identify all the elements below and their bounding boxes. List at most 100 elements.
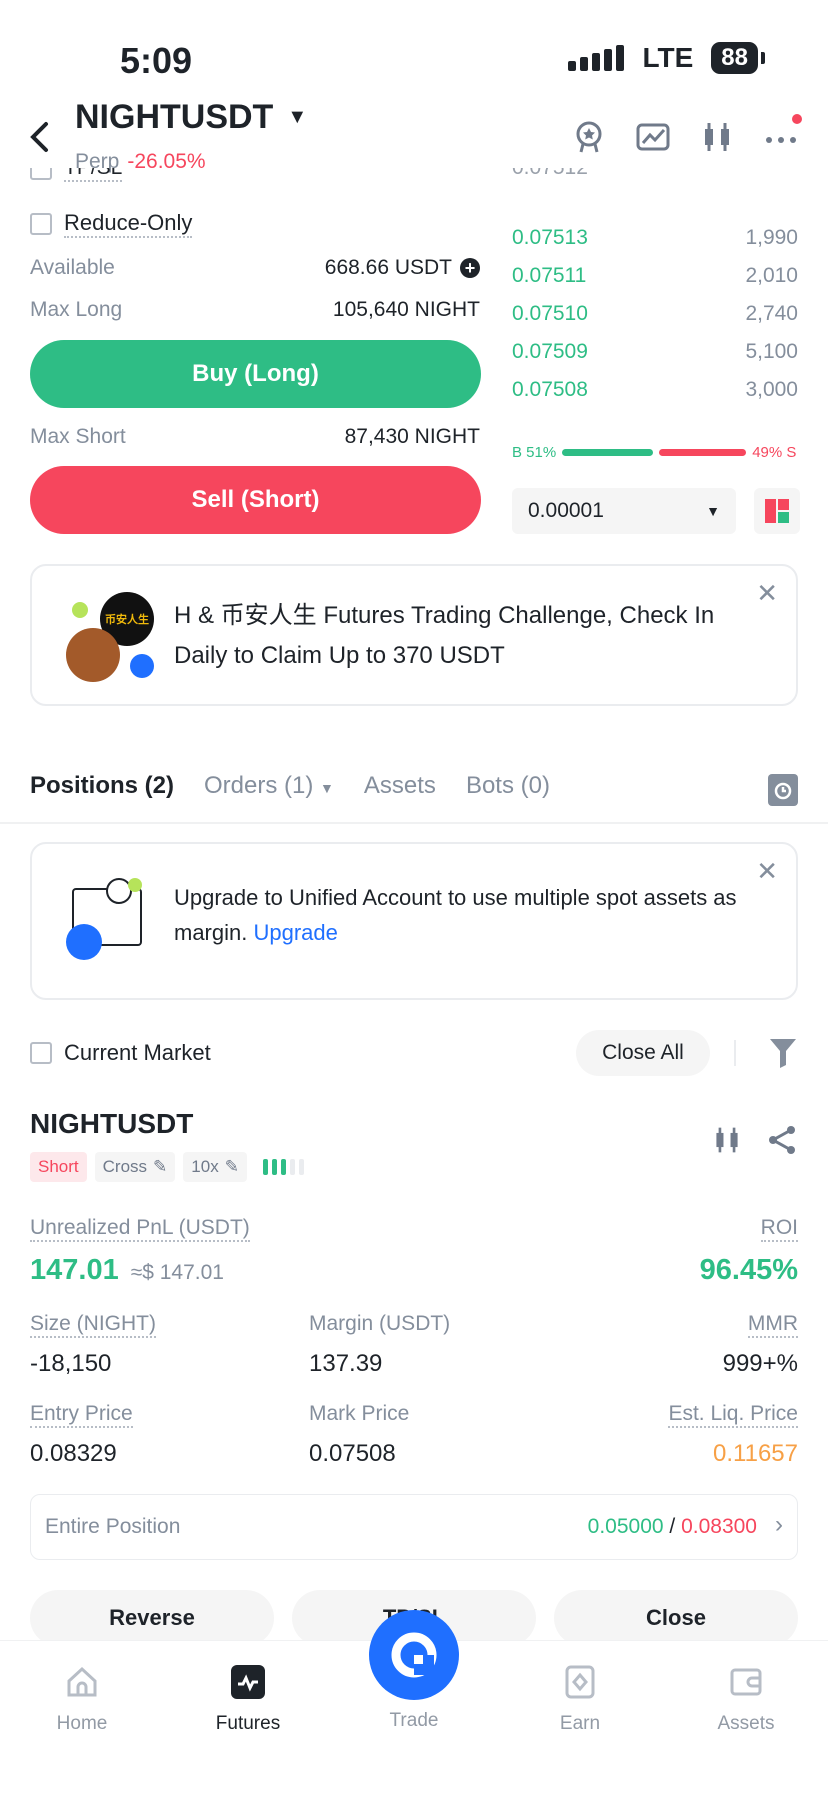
- trade-fab-button[interactable]: [369, 1610, 459, 1700]
- orderbook-row[interactable]: 0.07511 2,010: [512, 264, 798, 288]
- available-label: Available: [30, 256, 115, 279]
- nav-home[interactable]: Home: [22, 1665, 142, 1735]
- nav-futures[interactable]: Futures: [188, 1665, 308, 1735]
- liq-price-label[interactable]: Est. Liq. Price: [668, 1402, 798, 1428]
- layout-icon: [765, 499, 789, 523]
- orderbook-layout-button[interactable]: [754, 488, 800, 534]
- mmr-label[interactable]: MMR: [747, 1312, 798, 1338]
- pnl-usd: ≈$ 147.01: [130, 1261, 224, 1284]
- mark-price-label: Mark Price: [309, 1402, 410, 1425]
- pnl-label[interactable]: Unrealized PnL (USDT): [30, 1216, 250, 1242]
- nav-trade[interactable]: Trade: [354, 1710, 474, 1732]
- buy-long-button[interactable]: Buy (Long): [30, 340, 481, 408]
- battery-icon: 88: [711, 42, 765, 74]
- orderbook-row[interactable]: 0.07513 1,990: [512, 226, 798, 250]
- max-short-label: Max Short: [30, 425, 126, 448]
- trade-icon: [391, 1632, 437, 1678]
- upgrade-banner: ✕ Upgrade to Unified Account to use mult…: [30, 842, 798, 1000]
- tpsl-option[interactable]: TP/SL: [30, 168, 123, 182]
- margin-mode-tag[interactable]: Cross ✎: [94, 1152, 176, 1182]
- rewards-icon[interactable]: [572, 120, 606, 154]
- more-icon[interactable]: [764, 114, 802, 154]
- margin-label: Margin (USDT): [309, 1312, 451, 1335]
- leverage-tag[interactable]: 10x ✎: [183, 1152, 247, 1182]
- candlestick-icon[interactable]: [700, 120, 734, 154]
- size-value: -18,150: [30, 1350, 112, 1377]
- history-icon[interactable]: [768, 774, 798, 806]
- chart-settings-icon[interactable]: [636, 120, 670, 154]
- entry-price-label[interactable]: Entry Price: [30, 1402, 133, 1428]
- position-tags: Short Cross ✎ 10x ✎: [30, 1152, 312, 1182]
- tpsl-label: TP/SL: [64, 168, 123, 182]
- buy-sell-ratio: B 51% 49% S: [512, 444, 798, 461]
- share-icon[interactable]: [766, 1124, 798, 1161]
- tab-bots[interactable]: Bots (0): [466, 772, 550, 800]
- tp-value: 0.05000: [587, 1515, 664, 1538]
- entire-position-label: Entire Position: [45, 1515, 181, 1538]
- status-time: 5:09: [120, 40, 193, 81]
- current-market-checkbox[interactable]: [30, 1042, 52, 1064]
- sell-short-button[interactable]: Sell (Short): [30, 466, 481, 534]
- header-toolbar: [572, 114, 802, 154]
- notification-dot: [792, 114, 802, 124]
- tab-orders[interactable]: Orders (1) ▼: [204, 772, 334, 800]
- upgrade-link[interactable]: Upgrade: [253, 920, 337, 945]
- candlestick-icon[interactable]: [712, 1124, 742, 1161]
- futures-icon: [231, 1665, 265, 1699]
- tpsl-checkbox[interactable]: [30, 168, 52, 180]
- max-long-value: 105,640 NIGHT: [332, 298, 480, 321]
- reduce-only-checkbox[interactable]: [30, 213, 52, 235]
- close-all-button[interactable]: Close All: [576, 1030, 710, 1076]
- size-label[interactable]: Size (NIGHT): [30, 1312, 156, 1338]
- reduce-only-label: Reduce-Only: [64, 210, 193, 238]
- orderbook-row[interactable]: 0.07509 5,100: [512, 340, 798, 364]
- pnl-row: 147.01 ≈$ 147.01: [30, 1254, 224, 1287]
- max-long-label: Max Long: [30, 298, 123, 321]
- close-icon[interactable]: ✕: [756, 856, 778, 887]
- position-symbol[interactable]: NIGHTUSDT: [30, 1108, 193, 1140]
- side-tag: Short: [30, 1152, 87, 1182]
- current-market-option[interactable]: Current Market: [30, 1040, 211, 1066]
- edit-icon: ✎: [224, 1157, 239, 1176]
- entry-price-value: 0.08329: [30, 1440, 117, 1467]
- tick-size-value: 0.00001: [528, 499, 604, 522]
- liq-price-value: 0.11657: [713, 1440, 798, 1467]
- account-illustration: [66, 878, 146, 960]
- nav-futures-label: Futures: [215, 1713, 281, 1734]
- entire-position-tpsl[interactable]: Entire Position 0.05000 / 0.08300 ›: [30, 1494, 798, 1560]
- orderbook-partial-row: 0.07512: [512, 168, 798, 182]
- tab-positions[interactable]: Positions (2): [30, 772, 174, 800]
- wallet-icon: [729, 1665, 763, 1699]
- nav-earn[interactable]: Earn: [520, 1665, 640, 1735]
- transfer-plus-icon[interactable]: +: [460, 258, 480, 278]
- tab-divider: [0, 822, 828, 824]
- tick-size-select[interactable]: 0.00001 ▼: [512, 488, 736, 534]
- orderbook-qty: 3,000: [745, 378, 798, 401]
- nav-trade-label: Trade: [389, 1710, 439, 1731]
- roi-label[interactable]: ROI: [760, 1216, 798, 1242]
- price-change: -26.05%: [127, 150, 206, 173]
- filter-icon[interactable]: [768, 1036, 798, 1075]
- mark-price-value: 0.07508: [309, 1440, 396, 1467]
- nav-earn-label: Earn: [559, 1713, 601, 1734]
- sell-ratio-label: 49% S: [752, 444, 797, 461]
- buy-ratio-bar: [562, 449, 654, 456]
- orderbook-row[interactable]: 0.07508 3,000: [512, 378, 798, 402]
- back-button[interactable]: [28, 118, 50, 163]
- reduce-only-option[interactable]: Reduce-Only: [30, 210, 193, 238]
- close-position-button[interactable]: Close: [554, 1590, 798, 1646]
- status-icons: LTE 88: [568, 42, 765, 74]
- caret-down-icon: ▼: [706, 503, 720, 519]
- nav-home-label: Home: [56, 1713, 108, 1734]
- earn-icon: [563, 1665, 597, 1699]
- available-value: 668.66 USDT: [324, 256, 452, 279]
- symbol-selector[interactable]: NIGHTUSDT ▼: [75, 98, 307, 137]
- orderbook-row[interactable]: 0.07510 2,740: [512, 302, 798, 326]
- promo-banner[interactable]: ✕ 币安人生 H & 币安人生 Futures Trading Challeng…: [30, 564, 798, 706]
- tab-assets[interactable]: Assets: [364, 772, 436, 800]
- orderbook-price: 0.07510: [512, 302, 588, 325]
- reverse-button[interactable]: Reverse: [30, 1590, 274, 1646]
- caret-down-icon: ▼: [320, 780, 334, 796]
- tpsl-values: 0.05000 / 0.08300: [587, 1515, 757, 1538]
- nav-assets[interactable]: Assets: [686, 1665, 806, 1735]
